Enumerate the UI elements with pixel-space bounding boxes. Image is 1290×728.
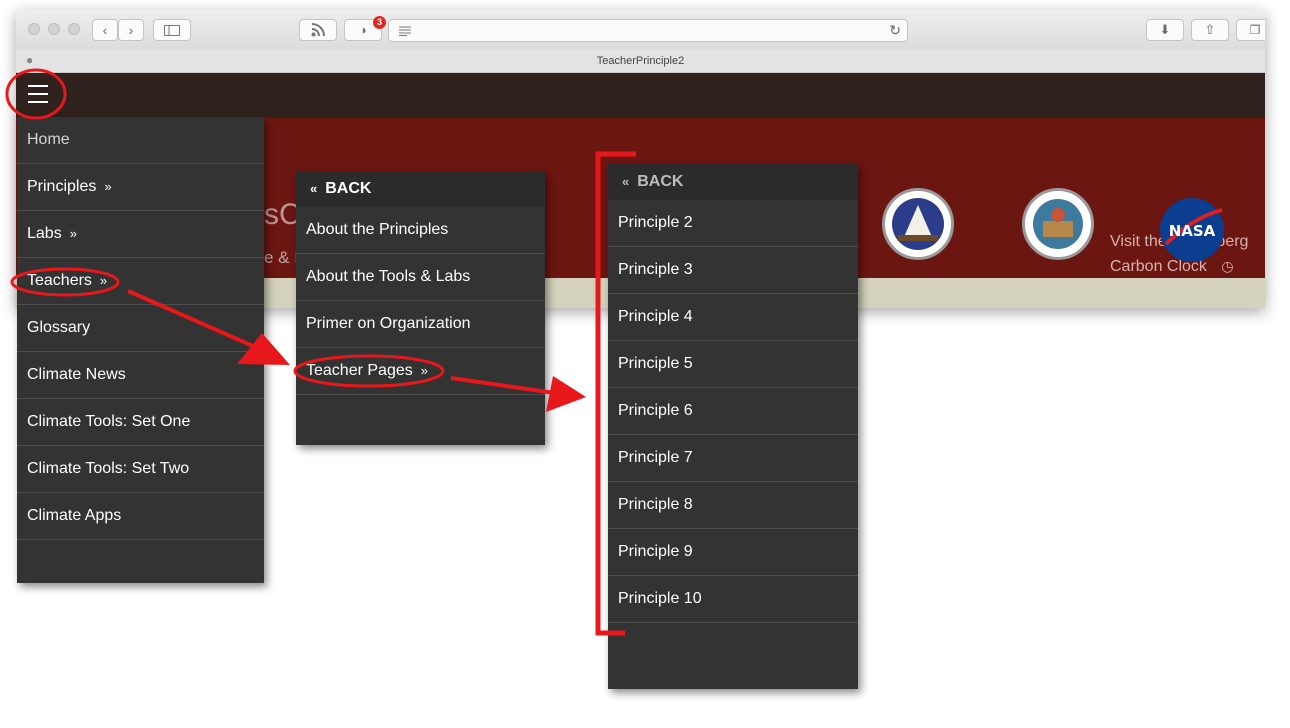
menu3-item-label: Principle 6 [618,402,693,419]
minimize-window-button[interactable] [48,23,60,35]
tribal-nation-seal-icon [1022,188,1094,260]
menu1-item-label: Climate Apps [27,507,122,524]
menu3-item[interactable]: Principle 10 [608,576,858,623]
arrowhead-to-teacher-pages [546,376,586,412]
menu2-item-label: About the Principles [306,221,449,238]
download-button[interactable]: ⬇ [1146,19,1184,41]
notification-badge: 3 [373,16,386,29]
close-window-button[interactable] [28,23,40,35]
rss-button[interactable] [299,19,337,41]
svg-text:NASA: NASA [1169,222,1216,240]
nasa-logo-icon: NASA [1160,198,1224,262]
menu1-item[interactable]: Climate News [17,352,264,399]
menu1-item-label: Labs [27,225,62,242]
share-icon: ⇧ [1204,22,1216,37]
tab-bar: ● TeacherPrinciple2 [16,50,1265,73]
menu2-item-label: Primer on Organization [306,315,471,332]
menu1-item[interactable]: Teachers » [17,258,264,305]
back-label: BACK [637,173,684,190]
tabs-icon: ❐ [1249,23,1261,37]
menu2-item-label: About the Tools & Labs [306,268,471,285]
subsubmenu-back-button[interactable]: « BACK [608,164,858,200]
menu1-item[interactable]: Glossary [17,305,264,352]
menu1-item[interactable]: Climate Tools: Set One [17,399,264,446]
menu1-item-label: Principles [27,178,97,195]
menu3-item[interactable]: Principle 7 [608,435,858,482]
back-button[interactable]: ‹ [92,19,118,41]
sidebar-icon [164,24,180,36]
back-chevron-icon: « [310,181,318,196]
menu1-item-label: Climate Tools: Set One [27,413,191,430]
chevron-right-icon: » [99,273,108,288]
back-label: BACK [325,180,372,197]
menu3-item-label: Principle 8 [618,496,693,513]
menu2-item[interactable]: Primer on Organization [296,301,545,348]
menu3-item-label: Principle 3 [618,261,693,278]
menu1-item[interactable]: Climate Apps [17,493,264,540]
menu3-item-label: Principle 10 [618,590,702,607]
menu2-item[interactable]: Teacher Pages » [296,348,545,395]
menu1-item-label: Climate News [27,366,126,383]
menu1-item[interactable]: Climate Tools: Set Two [17,446,264,493]
menu3-item[interactable]: Principle 4 [608,294,858,341]
submenu-back-button[interactable]: « BACK [296,171,545,207]
menu2-item[interactable]: About the Principles [296,207,545,254]
share-button[interactable]: ⇧ [1191,19,1229,41]
menu2-item[interactable]: About the Tools & Labs [296,254,545,301]
zoom-window-button[interactable] [68,23,80,35]
back-icon: ‹ [102,22,108,38]
tribal-college-seal-icon [882,188,954,260]
forward-button[interactable]: › [118,19,144,41]
teacher-pages-submenu: « BACK Principle 2 Principle 3 Principle 4 P… [608,164,858,689]
menu3-item[interactable]: Principle 2 [608,200,858,247]
menu3-item[interactable]: Principle 5 [608,341,858,388]
forward-icon: › [128,22,134,38]
rss-icon [311,23,325,37]
menu3-item-label: Principle 2 [618,214,693,231]
apple-icon: ● [26,53,34,67]
menu3-item[interactable]: Principle 9 [608,529,858,576]
menu3-item-label: Principle 9 [618,543,693,560]
site-nav-bar [16,73,1265,118]
tabs-button[interactable]: ❐ [1236,19,1265,41]
tab-title[interactable]: TeacherPrinciple2 [597,55,684,67]
menu1-item[interactable]: Labs » [17,211,264,258]
reader-icon [399,26,411,36]
sidebar-button[interactable] [153,19,191,41]
menu1-item[interactable]: Home [17,117,264,164]
menu1-item-label: Teachers [27,272,92,289]
address-bar[interactable]: ↻ [388,19,908,42]
banner-subtitle: e & I [264,248,299,267]
menu2-item-label: Teacher Pages [306,362,413,379]
browser-toolbar: ‹ › ◑ 3 ↻ ⬇ ⇧ ❐ [16,10,1265,51]
menu3-item[interactable]: Principle 8 [608,482,858,529]
menu3-item-label: Principle 4 [618,308,693,325]
chevron-right-icon: » [420,363,428,378]
ghostery-icon: ◑ [359,23,367,37]
menu1-item-label: Glossary [27,319,91,336]
menu3-item[interactable]: Principle 3 [608,247,858,294]
chevron-right-icon: » [104,179,112,194]
menu3-item-label: Principle 5 [618,355,693,372]
hamburger-menu-icon[interactable] [28,85,48,103]
menu3-item-label: Principle 7 [618,449,693,466]
main-menu: Home Principles » Labs » Teachers » Glossary Cli… [17,117,264,583]
menu1-item-label: Home [27,131,70,148]
download-icon: ⬇ [1159,22,1171,37]
chevron-right-icon: » [69,226,77,241]
teachers-submenu: « BACK About the Principles About the Tool… [296,171,545,445]
menu1-item[interactable]: Principles » [17,164,264,211]
menu3-item[interactable]: Principle 6 [608,388,858,435]
menu1-item-label: Climate Tools: Set Two [27,460,190,477]
back-chevron-icon: « [622,174,630,189]
reload-icon[interactable]: ↻ [889,22,901,39]
